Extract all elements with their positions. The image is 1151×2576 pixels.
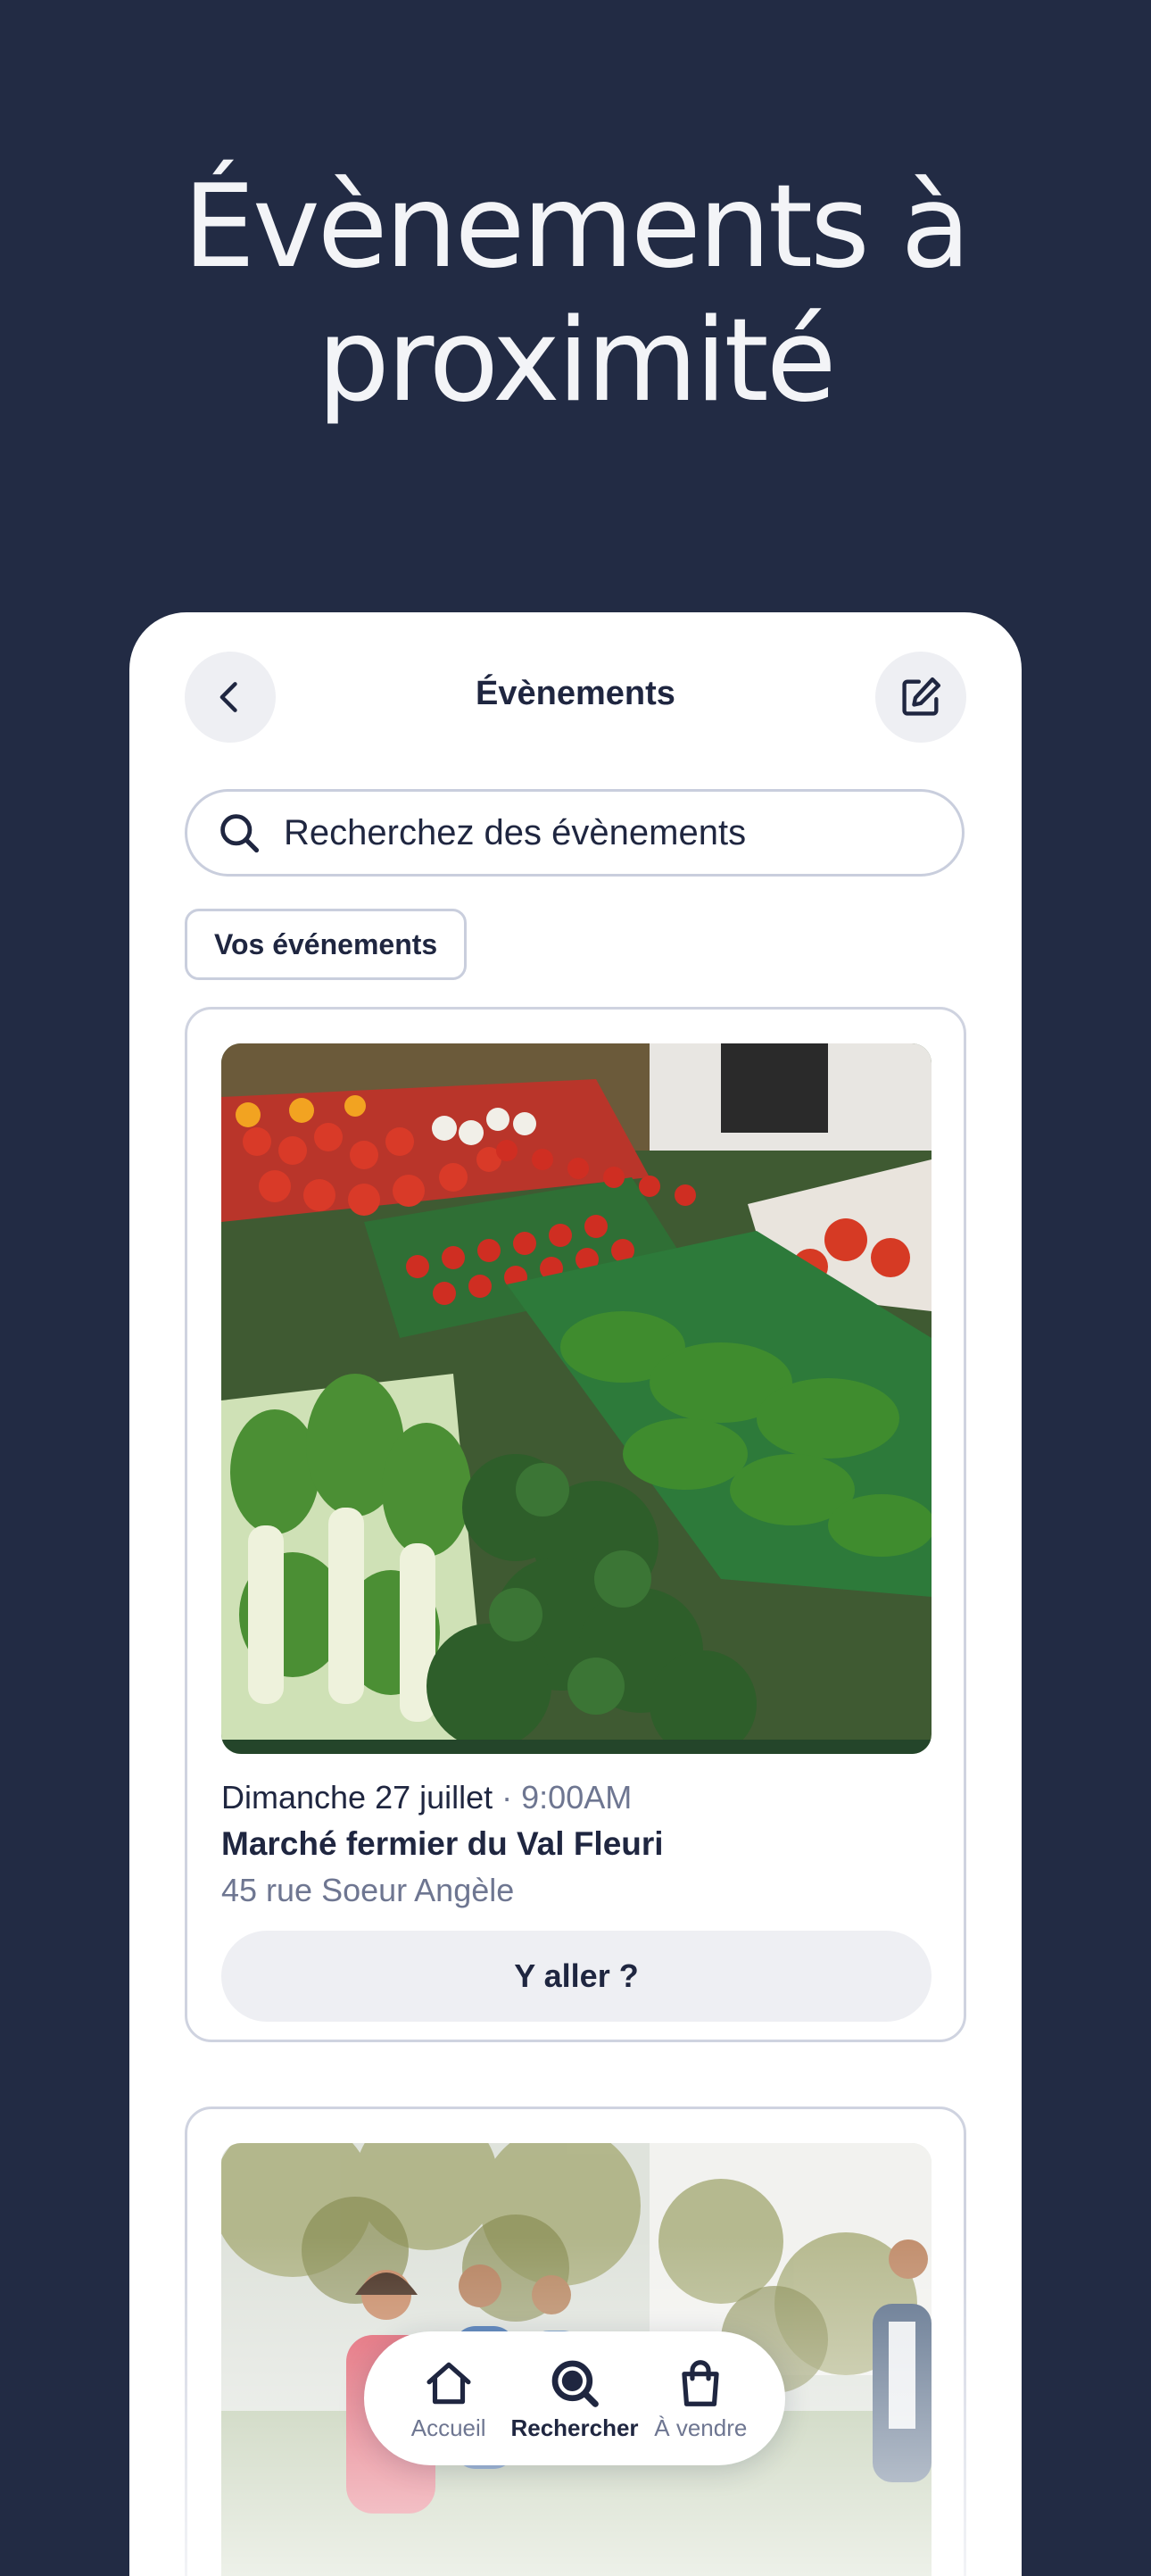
event-date: Dimanche 27 juillet · 9:00AM [221, 1779, 632, 1816]
bottom-tab-bar: Accueil Rechercher À vendre [364, 2331, 785, 2465]
event-day: Dimanche 27 juillet [221, 1779, 493, 1816]
event-image-vegetable-market [221, 1043, 932, 1754]
date-separator: · [493, 1779, 522, 1816]
attend-button[interactable]: Y aller ? [221, 1931, 932, 2022]
tab-home-label: Accueil [410, 2414, 486, 2441]
search-icon [551, 2360, 599, 2407]
tab-search[interactable]: Rechercher [510, 2356, 639, 2442]
event-address: 45 rue Soeur Angèle [221, 1872, 515, 1908]
event-name: Marché fermier du Val Fleuri [221, 1825, 664, 1862]
search-bar[interactable] [185, 789, 965, 877]
search-icon [220, 814, 260, 853]
phone-screen: Évènements Vos événements [129, 612, 1022, 2576]
tab-home[interactable]: Accueil [386, 2356, 511, 2442]
filter-chip-your-events[interactable]: Vos événements [185, 909, 468, 980]
event-time: 9:00AM [521, 1779, 633, 1816]
headline-line-2: proximité [317, 295, 837, 428]
edit-button[interactable] [875, 652, 966, 743]
page-headline: Évènements à proximité [0, 161, 1151, 428]
tab-for-sale-label: À vendre [654, 2414, 748, 2441]
shopping-bag-icon [682, 2359, 719, 2406]
event-card[interactable]: Dimanche 27 juillet · 9:00AM Marché ferm… [185, 1007, 966, 2042]
headline-line-1: Évènements à [183, 161, 971, 294]
home-icon [426, 2362, 471, 2404]
tab-search-label: Rechercher [510, 2414, 639, 2441]
search-input[interactable] [282, 811, 910, 854]
edit-icon [902, 677, 941, 716]
tab-for-sale[interactable]: À vendre [638, 2356, 763, 2442]
